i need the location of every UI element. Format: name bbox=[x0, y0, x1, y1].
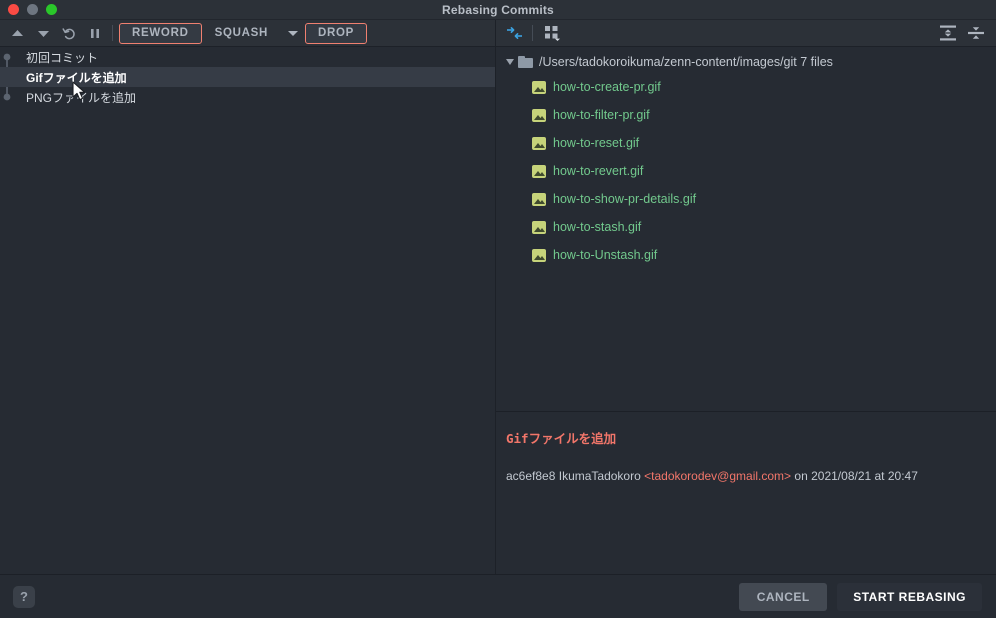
folder-path-text: /Users/tadokoroikuma/zenn-content/images… bbox=[539, 55, 797, 69]
drop-button[interactable]: DROP bbox=[305, 22, 368, 44]
image-file-icon bbox=[532, 136, 546, 150]
file-view-toolbar bbox=[496, 20, 996, 47]
grid-layout-icon[interactable] bbox=[539, 22, 567, 44]
tree-file-row[interactable]: how-to-Unstash.gif bbox=[496, 241, 996, 269]
image-file-icon bbox=[532, 248, 546, 262]
image-file-icon bbox=[532, 164, 546, 178]
file-name-label: how-to-show-pr-details.gif bbox=[553, 192, 697, 206]
image-file-icon bbox=[532, 108, 546, 122]
commit-message-label: PNGファイルを追加 bbox=[26, 90, 137, 105]
file-name-label: how-to-reset.gif bbox=[553, 136, 640, 150]
rebase-actions-toolbar: REWORD SQUASH DROP bbox=[0, 20, 495, 47]
commit-author: IkumaTadokoro bbox=[558, 469, 641, 483]
folder-file-count: 7 files bbox=[800, 55, 833, 69]
commit-row[interactable]: Gifファイルを追加 bbox=[0, 67, 495, 87]
pause-icon[interactable] bbox=[82, 22, 108, 44]
toolbar-divider bbox=[532, 25, 533, 41]
undo-icon[interactable] bbox=[56, 22, 82, 44]
commit-detail-panel: Gifファイルを追加 ac6ef8e8 IkumaTadokoro <tadok… bbox=[496, 412, 996, 574]
collapse-arrows-icon[interactable] bbox=[500, 22, 528, 44]
main-split-view: REWORD SQUASH DROP 初回コミット Gifファイルを追加 PNG… bbox=[0, 20, 996, 574]
commit-graph-cell bbox=[0, 67, 24, 87]
image-file-icon bbox=[532, 192, 546, 206]
commits-pane: REWORD SQUASH DROP 初回コミット Gifファイルを追加 PNG… bbox=[0, 20, 496, 574]
squash-button[interactable]: SQUASH bbox=[202, 23, 281, 44]
commit-graph-cell bbox=[0, 87, 24, 107]
tree-file-row[interactable]: how-to-reset.gif bbox=[496, 129, 996, 157]
tree-file-row[interactable]: how-to-show-pr-details.gif bbox=[496, 185, 996, 213]
chevron-down-icon[interactable] bbox=[502, 59, 518, 65]
commit-row[interactable]: PNGファイルを追加 bbox=[0, 87, 495, 107]
commit-subject: Gifファイルを追加 bbox=[506, 431, 617, 446]
window-titlebar: Rebasing Commits bbox=[0, 0, 996, 20]
commit-row[interactable]: 初回コミット bbox=[0, 47, 495, 67]
file-name-label: how-to-Unstash.gif bbox=[553, 248, 658, 262]
tree-file-row[interactable]: how-to-create-pr.gif bbox=[496, 73, 996, 101]
reword-button[interactable]: REWORD bbox=[119, 22, 202, 44]
tree-file-row[interactable]: how-to-filter-pr.gif bbox=[496, 101, 996, 129]
expand-all-icon[interactable] bbox=[934, 22, 962, 44]
move-up-icon[interactable] bbox=[4, 22, 30, 44]
cancel-button[interactable]: CANCEL bbox=[739, 582, 828, 611]
details-pane: /Users/tadokoroikuma/zenn-content/images… bbox=[496, 20, 996, 574]
maximize-window-button[interactable] bbox=[46, 4, 57, 15]
file-name-label: how-to-filter-pr.gif bbox=[553, 108, 650, 122]
folder-icon bbox=[518, 56, 533, 68]
dialog-footer: ? CANCEL START REBASING bbox=[0, 574, 996, 618]
start-rebasing-button[interactable]: START REBASING bbox=[837, 582, 982, 611]
help-button[interactable]: ? bbox=[13, 585, 35, 608]
toolbar-divider bbox=[112, 25, 113, 41]
folder-path-label: /Users/tadokoroikuma/zenn-content/images… bbox=[539, 55, 833, 69]
commit-message-label: 初回コミット bbox=[26, 50, 99, 65]
commit-metadata: ac6ef8e8 IkumaTadokoro <tadokorodev@gmai… bbox=[506, 469, 996, 483]
traffic-light-group bbox=[0, 4, 57, 15]
close-window-button[interactable] bbox=[8, 4, 19, 15]
file-name-label: how-to-revert.gif bbox=[553, 164, 644, 178]
commit-date: 2021/08/21 at 20:47 bbox=[811, 469, 918, 483]
image-file-icon bbox=[532, 80, 546, 94]
commit-list[interactable]: 初回コミット Gifファイルを追加 PNGファイルを追加 bbox=[0, 47, 495, 574]
tree-folder-row[interactable]: /Users/tadokoroikuma/zenn-content/images… bbox=[496, 51, 996, 73]
changed-files-tree[interactable]: /Users/tadokoroikuma/zenn-content/images… bbox=[496, 47, 996, 412]
commit-message-label: Gifファイルを追加 bbox=[26, 70, 127, 85]
minimize-window-button[interactable] bbox=[27, 4, 38, 15]
collapse-all-icon[interactable] bbox=[962, 22, 990, 44]
tree-file-row[interactable]: how-to-revert.gif bbox=[496, 157, 996, 185]
commit-date-prefix: on bbox=[794, 469, 808, 483]
commit-hash: ac6ef8e8 bbox=[506, 469, 556, 483]
chevron-down-icon bbox=[288, 30, 298, 36]
squash-dropdown-button[interactable] bbox=[281, 23, 305, 44]
commit-author-email: <tadokorodev@gmail.com> bbox=[644, 469, 792, 483]
move-down-icon[interactable] bbox=[30, 22, 56, 44]
window-title: Rebasing Commits bbox=[442, 2, 554, 17]
file-name-label: how-to-stash.gif bbox=[553, 220, 642, 234]
rebasing-commits-window: Rebasing Commits REWORD SQUASH DROP 初回コミ… bbox=[0, 0, 996, 618]
image-file-icon bbox=[532, 220, 546, 234]
tree-file-row[interactable]: how-to-stash.gif bbox=[496, 213, 996, 241]
commit-graph-cell bbox=[0, 47, 24, 67]
file-name-label: how-to-create-pr.gif bbox=[553, 80, 661, 94]
